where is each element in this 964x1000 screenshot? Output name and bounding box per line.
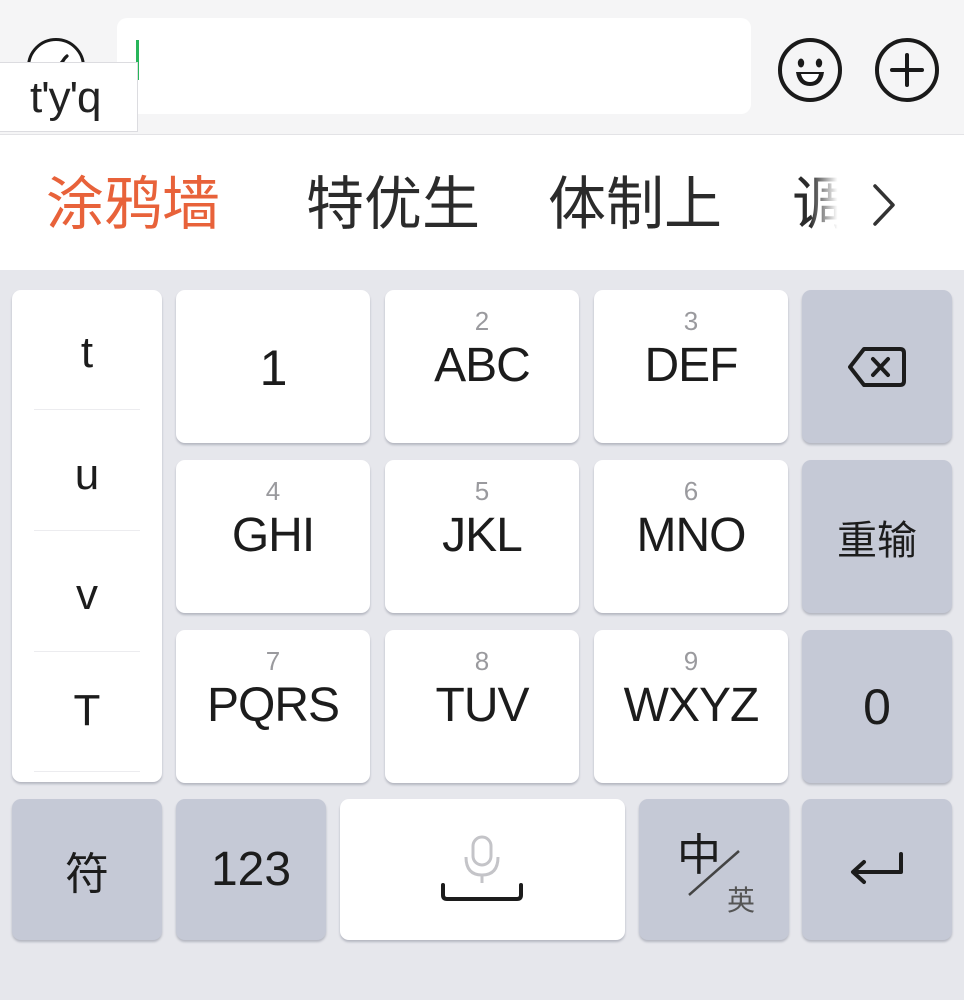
- key-number: 9: [683, 646, 699, 676]
- letter-option[interactable]: T: [12, 686, 162, 736]
- key-label: 0: [863, 678, 891, 735]
- key-number: 6: [683, 476, 699, 506]
- candidate-2[interactable]: 特优生: [306, 135, 480, 270]
- key-3-def[interactable]: 3 DEF: [594, 290, 788, 443]
- key-6-mno[interactable]: 6 MNO: [594, 460, 788, 613]
- key-number: 2: [474, 306, 490, 336]
- key-7-pqrs[interactable]: 7 PQRS: [176, 630, 370, 783]
- key-label: GHI: [231, 509, 315, 562]
- space-button[interactable]: [340, 799, 625, 940]
- backspace-icon: [848, 346, 906, 387]
- key-label: MNO: [636, 509, 747, 562]
- letter-option[interactable]: v: [12, 570, 162, 620]
- pinyin-letter-list: t u v T: [12, 290, 162, 782]
- slash-divider: [688, 850, 740, 896]
- symbol-button[interactable]: 符: [12, 799, 162, 940]
- key-label: WXYZ: [623, 679, 760, 732]
- key-number: 8: [474, 646, 490, 676]
- backspace-button[interactable]: [802, 290, 952, 443]
- key-label: ABC: [434, 339, 531, 392]
- divider: [34, 530, 140, 531]
- divider: [34, 771, 140, 772]
- numeric-mode-button[interactable]: 123: [176, 799, 326, 940]
- space-microphone-icon: [441, 835, 523, 901]
- key-1[interactable]: 1: [176, 290, 370, 443]
- key-number: 4: [265, 476, 281, 506]
- reinput-label: 重输: [837, 517, 917, 564]
- candidate-1[interactable]: 涂鸦墙: [46, 135, 220, 270]
- letter-option[interactable]: u: [12, 450, 162, 500]
- key-8-tuv[interactable]: 8 TUV: [385, 630, 579, 783]
- key-label: PQRS: [206, 679, 340, 732]
- candidate-bar: 涂鸦墙 特优生 体制上 调: [0, 135, 964, 270]
- key-label: JKL: [442, 509, 523, 562]
- divider: [34, 651, 140, 652]
- divider: [34, 409, 140, 410]
- pinyin-composition: t'y'q: [0, 62, 138, 132]
- emoji-smile-icon[interactable]: [778, 38, 842, 102]
- key-number: 3: [683, 306, 699, 336]
- key-number: 5: [474, 476, 490, 506]
- key-label: DEF: [644, 339, 739, 392]
- key-5-jkl[interactable]: 5 JKL: [385, 460, 579, 613]
- key-2-abc[interactable]: 2 ABC: [385, 290, 579, 443]
- candidate-4-wrapper[interactable]: 调: [792, 135, 854, 270]
- candidate-3[interactable]: 体制上: [548, 135, 722, 270]
- numeric-label: 123: [210, 843, 292, 896]
- letter-option[interactable]: t: [12, 328, 162, 378]
- key-4-ghi[interactable]: 4 GHI: [176, 460, 370, 613]
- lang-en-label: 英: [727, 884, 756, 917]
- key-label: TUV: [435, 679, 530, 732]
- key-0[interactable]: 0: [802, 630, 952, 783]
- key-label: 1: [259, 340, 288, 396]
- chevron-right-icon[interactable]: [866, 180, 900, 230]
- enter-button[interactable]: [802, 799, 952, 940]
- language-switch-button[interactable]: 中 英: [639, 799, 789, 940]
- candidate-4[interactable]: 调: [792, 135, 850, 270]
- key-number: 7: [265, 646, 281, 676]
- key-9-wxyz[interactable]: 9 WXYZ: [594, 630, 788, 783]
- message-input[interactable]: [117, 18, 751, 114]
- enter-return-icon: [851, 851, 903, 884]
- plus-circle-icon[interactable]: [875, 38, 939, 102]
- symbol-label: 符: [65, 848, 109, 900]
- reinput-button[interactable]: 重输: [802, 460, 952, 613]
- input-bar: t'y'q: [0, 0, 964, 135]
